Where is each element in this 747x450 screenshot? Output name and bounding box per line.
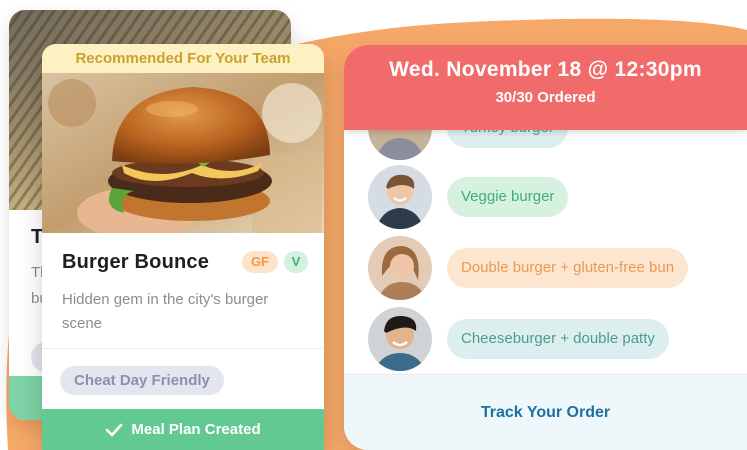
diet-badges: GF V [241,251,308,273]
order-item-pill: Veggie burger [447,177,569,217]
order-date-time: Wed. November 18 @ 12:30pm [389,58,702,81]
order-row[interactable]: Veggie burger [368,165,738,229]
order-header: Wed. November 18 @ 12:30pm 30/30 Ordered [344,45,747,130]
order-item-pill: Double burger + gluten-free bun [447,248,689,288]
meal-plan-created-button[interactable]: Meal Plan Created [42,409,324,450]
ordered-count: 30/30 Ordered [495,89,596,106]
track-order-button[interactable]: Track Your Order [344,374,747,450]
avatar [368,165,432,229]
restaurant-description: Hidden gem in the city's burger scene [62,291,269,332]
card-divider [42,348,324,349]
order-item-pill: Cheeseburger + double patty [447,319,669,359]
burger-photo [42,73,324,233]
avatar [368,307,432,371]
vegetarian-badge: V [284,251,308,273]
order-row[interactable]: Double burger + gluten-free bun [368,236,738,300]
meal-plan-created-label: Meal Plan Created [131,421,261,438]
order-row[interactable]: Cheeseburger + double patty [368,307,738,371]
avatar [368,236,432,300]
order-panel: Wed. November 18 @ 12:30pm 30/30 Ordered… [344,45,747,450]
order-list: Turkey burger Veggie burger [344,96,747,375]
restaurant-card[interactable]: Recommended For Your Team Burger Bounce … [42,44,324,450]
gluten-free-badge: GF [241,251,278,273]
cheat-day-tag: Cheat Day Friendly [60,366,224,395]
recommended-banner: Recommended For Your Team [42,44,324,73]
checkmark-icon [106,423,123,436]
